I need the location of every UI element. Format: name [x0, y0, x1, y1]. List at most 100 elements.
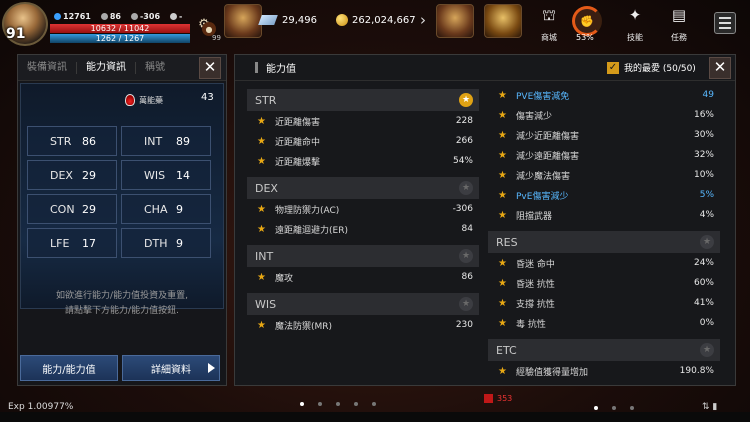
favorite-star-icon[interactable]: ★ [459, 181, 473, 195]
stat-row[interactable]: ★ 減少近距離傷害 30% [488, 125, 720, 145]
play-arrow-icon [208, 363, 215, 373]
shop-button[interactable]: ⛫ 商城 [532, 6, 566, 43]
elixir-icon [125, 94, 135, 106]
stat-row[interactable]: ★ PVE傷害減免 49 [488, 85, 720, 105]
close-left-panel-button[interactable]: ✕ [199, 57, 221, 79]
stat-row[interactable]: ★ PvE傷害減少 5% [488, 185, 720, 205]
shield-icon [54, 13, 61, 20]
notification-badge[interactable]: 353 [484, 394, 512, 403]
star-icon: ★ [257, 223, 266, 235]
tab-ability-info[interactable]: 能力資訊 [77, 61, 136, 74]
quick-stat-a: 12761 [54, 12, 91, 21]
exp-bar [0, 412, 750, 422]
stat-row[interactable]: ★ 經驗值獲得量增加 190.8% [488, 361, 720, 381]
stat-row[interactable]: ★ 減少魔法傷害 10% [488, 165, 720, 185]
favorite-star-icon[interactable]: ★ [700, 235, 714, 249]
favorite-star-icon[interactable]: ★ [459, 249, 473, 263]
section-str: STR ★ [247, 89, 479, 111]
stat-str: STR 86 [27, 126, 117, 156]
quest-button[interactable]: ▤ 任務 [662, 6, 696, 43]
star-icon: ★ [257, 203, 266, 215]
star-icon: ★ [498, 209, 507, 221]
stats-column-right: ★ PVE傷害減免 49 ★ 傷害減少 16% ★ 減少近距離傷害 30% ★ 減少遠距離傷害… [488, 85, 720, 381]
stat-row[interactable]: ★ 魔攻 86 [247, 267, 479, 287]
stat-dex: DEX 29 [27, 160, 117, 190]
detail-button[interactable]: 詳細資料 [122, 355, 220, 381]
reset-hint: 如欲進行能力/能力值投資及重置, 請點擊下方能力/能力值按鈕. [56, 291, 188, 316]
chevron-right-icon[interactable]: › [420, 11, 426, 29]
stat-row[interactable]: ★ 支撐 抗性 41% [488, 293, 720, 313]
star-icon: ★ [257, 155, 266, 167]
main-menu-button[interactable] [714, 12, 736, 34]
star-icon: ★ [498, 365, 507, 377]
page-dot [300, 402, 304, 406]
stat-row[interactable]: ★ 阻擋武器 4% [488, 205, 720, 225]
event-portrait-1[interactable] [436, 4, 474, 38]
star-icon: ★ [257, 135, 266, 147]
checkbox-icon: ✓ [607, 61, 619, 74]
page-dot [354, 402, 358, 406]
character-level: 91 [6, 26, 26, 42]
alert-icon [484, 394, 493, 403]
progress-ring[interactable]: ✊ [572, 6, 602, 36]
elixir-value: 43 [201, 92, 214, 103]
favorite-star-icon[interactable]: ★ [459, 93, 473, 107]
section-dex: DEX ★ [247, 177, 479, 199]
stat-row[interactable]: ★ 物理防禦力(AC) -306 [247, 199, 479, 219]
bag-count: 99 [212, 34, 221, 42]
page-indicator-right [594, 406, 634, 410]
shop-icon: ⛫ [542, 6, 556, 24]
page-indicator [300, 402, 376, 406]
top-hud: 91 12761 86 -306 - 10632 / 11042 1262 / … [0, 0, 750, 52]
stat-row[interactable]: ★ 毒 抗性 0% [488, 313, 720, 333]
star-icon: ★ [498, 129, 507, 141]
skill-icon: ✦ [628, 6, 642, 24]
favorites-toggle[interactable]: ✓ 我的最愛 (50/50) [607, 61, 696, 74]
stat-dth: DTH 9 [121, 228, 211, 258]
favorite-star-icon[interactable]: ★ [459, 297, 473, 311]
page-dot [318, 402, 322, 406]
gold-coin-icon [336, 14, 348, 26]
event-portrait-2[interactable] [484, 4, 522, 38]
stat-row[interactable]: ★ 昏迷 命中 24% [488, 253, 720, 273]
base-stats-box: 萬能藥 43 STR 86 INT 89 DEX 29 WIS 14 CON 29 CHA… [20, 83, 224, 309]
close-right-panel-button[interactable]: ✕ [709, 57, 731, 79]
tab-equipment-info[interactable]: 裝備資訊 [18, 61, 77, 74]
person-icon [100, 13, 108, 20]
stat-row[interactable]: ★ 昏迷 抗性 60% [488, 273, 720, 293]
stat-row[interactable]: ★ 遠距離迴避力(ER) 84 [247, 219, 479, 239]
stat-row[interactable]: ★ 近距離傷害 228 [247, 111, 479, 131]
page-dot [630, 406, 634, 410]
star-icon: ★ [498, 317, 507, 329]
stat-row[interactable]: ★ 近距離命中 266 [247, 131, 479, 151]
ability-button[interactable]: 能力/能力值 [20, 355, 118, 381]
star-icon: ★ [498, 149, 507, 161]
favorite-star-icon[interactable]: ★ [700, 343, 714, 357]
section-wis: WIS ★ [247, 293, 479, 315]
section-int: INT ★ [247, 245, 479, 267]
armor-icon [130, 13, 138, 20]
stat-row[interactable]: ★ 減少遠距離傷害 32% [488, 145, 720, 165]
buff-slot[interactable] [224, 4, 262, 38]
mp-bar: 1262 / 1267 [50, 34, 190, 43]
stat-row[interactable]: ★ 魔法防禦(MR) 230 [247, 315, 479, 335]
star-icon: ★ [498, 297, 507, 309]
star-icon: ★ [498, 277, 507, 289]
quick-stat-c: -306 [130, 12, 160, 21]
star-icon: ★ [498, 189, 507, 201]
elixir-indicator: 萬能藥 [125, 94, 163, 106]
hp-bar: 10632 / 11042 [50, 24, 190, 33]
skill-button[interactable]: ✦ 技能 [618, 6, 652, 43]
stat-grid: STR 86 INT 89 DEX 29 WIS 14 CON 29 CHA 9 LFE 17… [27, 126, 211, 258]
tab-title[interactable]: 稱號 [136, 62, 174, 74]
quick-stats: 12761 86 -306 - [54, 12, 182, 21]
stat-cha: CHA 9 [121, 194, 211, 224]
star-icon: ★ [498, 169, 507, 181]
stat-row[interactable]: ★ 傷害減少 16% [488, 105, 720, 125]
section-res: RES ★ [488, 231, 720, 253]
star-icon: ★ [498, 109, 507, 121]
info-tabs: 裝備資訊 能力資訊 稱號 [18, 55, 226, 81]
panel-buttons: 能力/能力值 詳細資料 [20, 355, 220, 381]
page-dot [594, 406, 598, 410]
stat-row[interactable]: ★ 近距離爆擊 54% [247, 151, 479, 171]
